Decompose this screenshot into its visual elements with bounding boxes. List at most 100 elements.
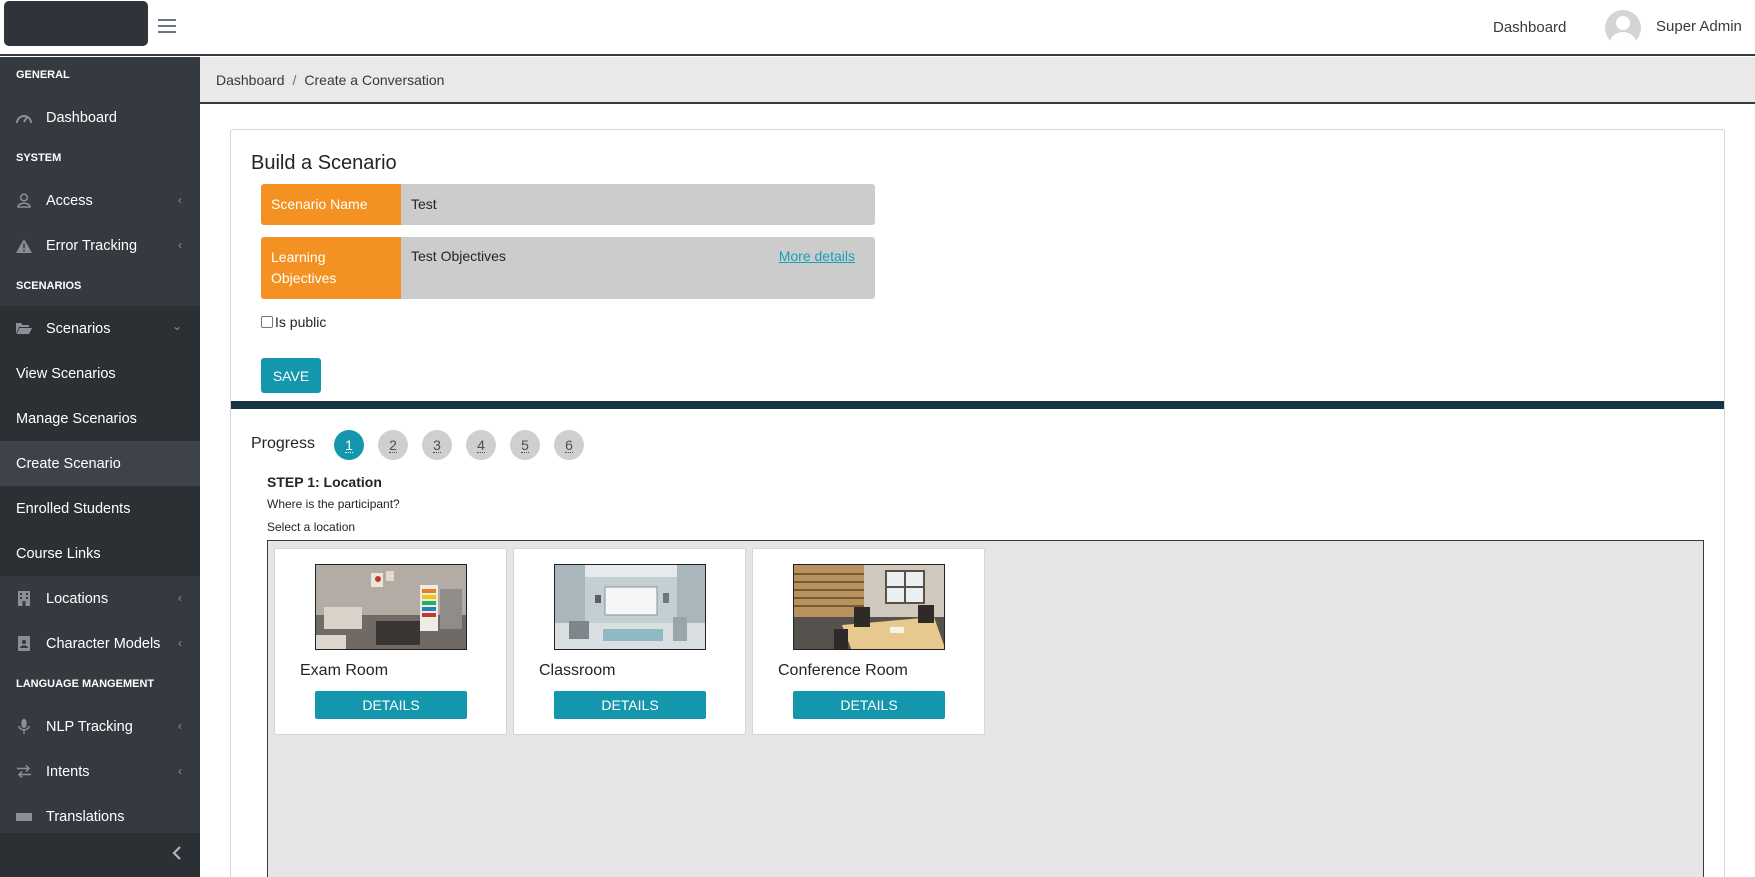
location-name: Exam Room [300,662,389,679]
sidebar-item-label: Create Scenario [16,455,121,472]
sidebar-section-system: SYSTEM [16,152,62,164]
details-button[interactable]: DETAILS [793,691,945,719]
scenario-name-label: Scenario Name [261,184,401,225]
sidebar-item-error-tracking[interactable]: Error Tracking ‹ [0,223,200,268]
chevron-left-icon: ‹ [178,238,182,252]
building-icon [16,591,32,607]
scenario-builder-card: Build a Scenario Scenario Name Test Lear… [230,129,1725,877]
is-public-label[interactable]: Is public [275,314,326,330]
sidebar-item-label: Enrolled Students [16,500,131,517]
section-divider [231,401,1724,409]
user-icon [16,193,32,209]
sidebar-item-course-links[interactable]: Course Links [0,531,200,576]
sidebar-item-nlp-tracking[interactable]: NLP Tracking ‹ [0,704,200,749]
sidebar-item-label: Access [46,192,93,209]
sidebar-item-enrolled-students[interactable]: Enrolled Students [0,486,200,531]
sidebar-item-view-scenarios[interactable]: View Scenarios [0,351,200,396]
chevron-left-icon: ‹ [178,636,182,650]
details-button[interactable]: DETAILS [315,691,467,719]
learning-objectives-label: Learning Objectives [261,237,401,299]
warning-icon [16,238,32,254]
folder-open-icon [16,321,32,337]
conference-room-thumbnail[interactable] [793,564,945,650]
breadcrumb-current: Create a Conversation [304,72,445,88]
sidebar-item-label: Locations [46,590,109,607]
chevron-down-icon: ⌄ [171,319,182,333]
sidebar-item-locations[interactable]: Locations ‹ [0,576,200,621]
sidebar-item-dashboard[interactable]: Dashboard [0,95,200,140]
sidebar-item-label: Error Tracking [46,237,138,254]
sidebar-item-manage-scenarios[interactable]: Manage Scenarios [0,396,200,441]
main-content: Dashboard / Create a Conversation Build a … [200,57,1755,877]
sidebar-section-language: LANGUAGE MANGEMENT [16,678,155,690]
sidebar-item-intents[interactable]: Intents ‹ [0,749,200,794]
chevron-left-icon: ‹ [178,591,182,605]
classroom-thumbnail[interactable] [554,564,706,650]
location-card-exam-room[interactable]: Exam Room DETAILS [274,548,507,735]
location-card-classroom[interactable]: Classroom DETAILS [513,548,746,735]
location-name: Conference Room [778,662,908,679]
progress-step-4[interactable]: 4 [466,430,496,460]
breadcrumb-home[interactable]: Dashboard [216,72,285,88]
scenarios-submenu: Scenarios ⌄ View Scenarios Manage Scenar… [0,306,200,576]
learning-objectives-row: Learning Objectives Test Objectives More… [261,237,875,299]
is-public-row: Is public [261,314,326,330]
sidebar-item-access[interactable]: Access ‹ [0,178,200,223]
app-logo[interactable] [4,1,148,46]
learning-objectives-value: Test Objectives [411,248,506,264]
page-title: Build a Scenario [251,152,397,174]
save-button[interactable]: SAVE [261,358,321,393]
sidebar-item-label: Scenarios [46,320,111,337]
details-button[interactable]: DETAILS [554,691,706,719]
menu-toggle-icon[interactable] [158,19,176,35]
location-gallery: Exam Room DETAILS Classroom DETAILS Conf… [267,540,1704,877]
sidebar: GENERAL Dashboard SYSTEM Access ‹ Error … [0,57,200,877]
breadcrumb-separator: / [292,72,297,88]
more-details-link[interactable]: More details [779,248,855,264]
location-name: Classroom [539,662,616,679]
microphone-icon [16,719,32,735]
sidebar-section-scenarios: SCENARIOS [16,280,82,292]
sidebar-item-label: Manage Scenarios [16,410,137,427]
progress-step-2[interactable]: 2 [378,430,408,460]
scenario-name-field[interactable]: Test [401,184,875,225]
sidebar-footer [0,833,200,877]
sidebar-item-label: Translations [46,808,125,825]
top-navbar: Dashboard Super Admin [0,0,1755,56]
exchange-icon [16,764,32,780]
sidebar-item-label: View Scenarios [16,365,116,382]
exam-room-thumbnail[interactable] [315,564,467,650]
progress-step-5[interactable]: 5 [510,430,540,460]
sidebar-item-label: Character Models [46,635,161,652]
progress-step-1[interactable]: 1 [334,430,364,460]
step-question: Where is the participant? [267,497,400,511]
speedometer-icon [16,110,32,126]
sidebar-item-scenarios[interactable]: Scenarios ⌄ [0,306,200,351]
sidebar-item-character-models[interactable]: Character Models ‹ [0,621,200,666]
progress-step-3[interactable]: 3 [422,430,452,460]
chevron-left-icon: ‹ [178,193,182,207]
chevron-left-icon: ‹ [178,764,182,778]
user-name[interactable]: Super Admin [1656,18,1742,35]
is-public-checkbox[interactable] [261,316,273,328]
location-card-conference-room[interactable]: Conference Room DETAILS [752,548,985,735]
select-location-label: Select a location [267,520,356,534]
breadcrumb: Dashboard / Create a Conversation [216,72,444,88]
progress-steps: 1 2 3 4 5 6 [334,430,584,460]
sidebar-section-general: GENERAL [16,69,70,81]
menu-item-icon [16,809,32,825]
sidebar-item-label: Course Links [16,545,101,562]
collapse-sidebar-icon[interactable] [172,845,182,866]
scenario-name-row: Scenario Name Test [261,184,875,225]
progress-step-6[interactable]: 6 [554,430,584,460]
sidebar-item-label: NLP Tracking [46,718,133,735]
step-title: STEP 1: Location [267,474,382,490]
header-dashboard-link[interactable]: Dashboard [1493,19,1566,36]
learning-objectives-field[interactable]: Test Objectives More details [401,237,875,299]
progress-label: Progress [251,435,316,452]
breadcrumb-bar: Dashboard / Create a Conversation [200,57,1755,104]
chevron-left-icon: ‹ [178,719,182,733]
sidebar-item-label: Dashboard [46,109,117,126]
user-avatar[interactable] [1605,10,1641,46]
sidebar-item-create-scenario[interactable]: Create Scenario [0,441,200,486]
